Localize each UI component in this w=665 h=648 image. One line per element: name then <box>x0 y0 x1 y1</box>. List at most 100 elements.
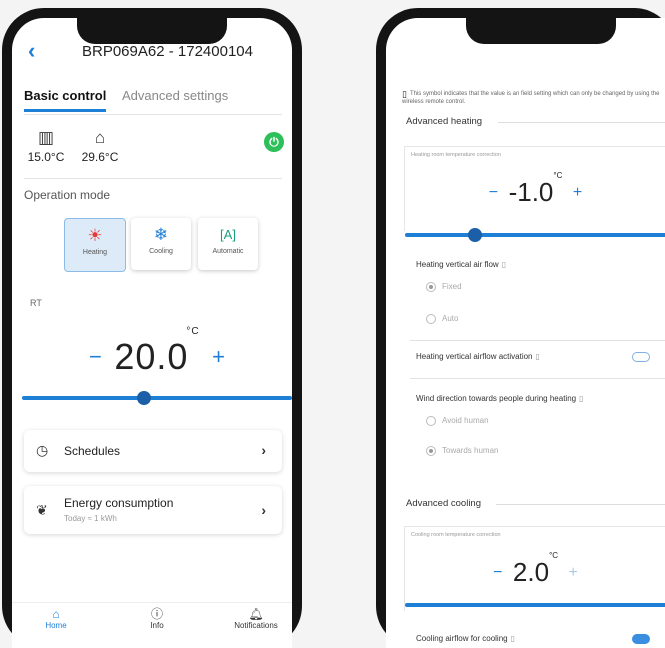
sun-icon: ☀ <box>87 226 103 245</box>
phone-notch <box>77 18 227 44</box>
nav-home-label: Home <box>45 621 67 630</box>
heating-correction-value: -1.0°C <box>508 171 563 208</box>
heating-correction-control: − -1.0°C + <box>405 171 665 208</box>
power-icon[interactable]: ⏻ <box>264 132 284 152</box>
decrease-button[interactable]: − <box>89 344 102 370</box>
schedules-label: Schedules <box>64 444 121 458</box>
nav-notifications[interactable]: 🔔︎ Notifications <box>226 607 286 630</box>
setpoint-unit: °C <box>186 326 200 337</box>
setpoint-number: 20.0 <box>114 336 189 377</box>
radio-towards-human[interactable]: Towards human <box>426 446 498 456</box>
setpoint-card: RT − 20.0°C + <box>22 290 292 405</box>
cooling-correction-control: − 2.0°C + <box>405 551 665 588</box>
mode-heating-label: Heating <box>82 249 108 256</box>
indoor-temp: ▥ 15.0°C <box>16 128 76 164</box>
cooling-correction-slider[interactable] <box>405 603 665 607</box>
radio-avoid-human-label: Avoid human <box>442 416 489 426</box>
nav-info[interactable]: ⓘ Info <box>127 607 187 630</box>
heating-airflow-label: Heating vertical air flow ▯ <box>416 260 506 269</box>
cooling-correction-value: 2.0°C <box>512 551 558 588</box>
advanced-heating-title: Advanced heating <box>406 116 483 127</box>
cooling-airflow-toggle[interactable] <box>632 634 650 644</box>
field-setting-note-text: This symbol indicates that the value is … <box>402 91 660 105</box>
snowflake-icon: ❄ <box>153 225 169 244</box>
field-setting-note: ▯ This symbol indicates that the value i… <box>402 90 665 106</box>
nav-notifications-label: Notifications <box>234 621 278 630</box>
radio-indicator <box>426 282 436 292</box>
radio-indicator <box>426 314 436 324</box>
advanced-cooling-title: Advanced cooling <box>406 498 481 509</box>
remote-control-icon: ▯ <box>579 394 584 403</box>
mode-cooling-button[interactable]: ❄ Cooling <box>131 218 191 270</box>
info-icon: ⓘ <box>150 607 163 621</box>
tab-advanced-settings[interactable]: Advanced settings <box>122 88 228 103</box>
cooling-airflow-text: Cooling airflow for cooling <box>416 634 508 643</box>
setpoint-slider[interactable] <box>22 391 292 405</box>
heating-correction-label: Heating room temperature correction <box>411 152 501 158</box>
heating-airflow-activation-label: Heating vertical airflow activation ▯ <box>416 352 540 361</box>
cooling-correction-number: 2.0 <box>512 557 550 587</box>
remote-control-icon: ▯ <box>535 352 540 361</box>
leaf-icon: ❦ <box>36 502 48 518</box>
mode-automatic-button[interactable]: [A] Automatic <box>198 218 258 270</box>
heating-correction-unit: °C <box>553 171 563 180</box>
divider <box>496 504 665 505</box>
setpoint-value: 20.0°C <box>114 326 199 378</box>
bottom-navigation: ⌂ Home ⓘ Info 🔔︎ Notifications <box>12 602 292 637</box>
heating-airflow-activation-toggle[interactable] <box>632 352 650 362</box>
schedules-row[interactable]: ◷ Schedules › <box>24 430 282 472</box>
radio-indicator <box>426 416 436 426</box>
left-phone: ‹ BRP069A62 - 172400104 Basic control Ad… <box>2 8 302 648</box>
mode-automatic-label: Automatic <box>212 248 244 255</box>
left-screen: ‹ BRP069A62 - 172400104 Basic control Ad… <box>12 18 292 648</box>
cooling-correction-label: Cooling room temperature correction <box>411 532 501 538</box>
energy-consumption-row[interactable]: ❦ Energy consumption Today ≈ 1 kWh › <box>24 486 282 534</box>
mode-cooling-label: Cooling <box>149 248 173 255</box>
radio-auto-label: Auto <box>442 314 459 324</box>
operation-mode-label: Operation mode <box>24 188 111 202</box>
right-phone: ▯ This symbol indicates that the value i… <box>376 8 665 648</box>
heating-correction-number: -1.0 <box>508 177 554 207</box>
bell-icon: 🔔︎ <box>248 607 264 621</box>
slider-thumb[interactable] <box>467 228 482 242</box>
divider <box>410 378 665 379</box>
radio-towards-human-label: Towards human <box>442 446 499 456</box>
radio-auto[interactable]: Auto <box>426 314 458 324</box>
remote-control-icon: ▯ <box>510 634 516 643</box>
device-title: BRP069A62 - 172400104 <box>82 43 253 60</box>
energy-consumption-label: Energy consumption <box>64 496 174 510</box>
wind-direction-label: Wind direction towards people during hea… <box>416 394 584 403</box>
energy-consumption-sub: Today ≈ 1 kWh <box>64 514 117 523</box>
tab-bar: Basic control Advanced settings <box>24 88 282 115</box>
home-icon: ⌂ <box>52 607 60 621</box>
right-screen: ▯ This symbol indicates that the value i… <box>386 18 665 648</box>
heating-correction-slider[interactable] <box>405 228 665 242</box>
cooling-decrease-button[interactable]: − <box>493 564 502 582</box>
cooling-increase-button[interactable]: + <box>569 564 578 582</box>
radio-fixed[interactable]: Fixed <box>426 282 462 292</box>
tab-basic-control[interactable]: Basic control <box>24 88 107 112</box>
chevron-left-icon[interactable]: ‹ <box>28 40 35 62</box>
cooling-correction-unit: °C <box>549 551 559 560</box>
slider-thumb[interactable] <box>136 391 151 405</box>
nav-home[interactable]: ⌂ Home <box>26 607 86 630</box>
radio-avoid-human[interactable]: Avoid human <box>426 416 489 426</box>
chevron-right-icon: › <box>261 442 266 458</box>
cooling-correction-card: Cooling room temperature correction − 2.… <box>404 526 665 611</box>
heating-decrease-button[interactable]: − <box>489 184 498 202</box>
setpoint-label: RT <box>30 298 42 308</box>
remote-control-icon: ▯ <box>402 89 407 99</box>
heating-increase-button[interactable]: + <box>573 184 582 202</box>
auto-mode-icon: [A] <box>220 227 236 242</box>
divider <box>410 340 665 341</box>
cooling-airflow-label: Cooling airflow for cooling ▯ <box>416 634 515 643</box>
remote-control-icon: ▯ <box>501 260 507 269</box>
setpoint-control: − 20.0°C + <box>22 326 292 378</box>
outdoor-house-icon: ⌂ <box>94 128 106 147</box>
wind-direction-text: Wind direction towards people during hea… <box>416 394 577 403</box>
outdoor-temp-value: 29.6°C <box>81 150 119 164</box>
indoor-temp-value: 15.0°C <box>27 150 65 164</box>
outdoor-temp: ⌂ 29.6°C <box>70 128 130 164</box>
increase-button[interactable]: + <box>212 344 225 370</box>
mode-heating-button[interactable]: ☀ Heating <box>64 218 126 272</box>
